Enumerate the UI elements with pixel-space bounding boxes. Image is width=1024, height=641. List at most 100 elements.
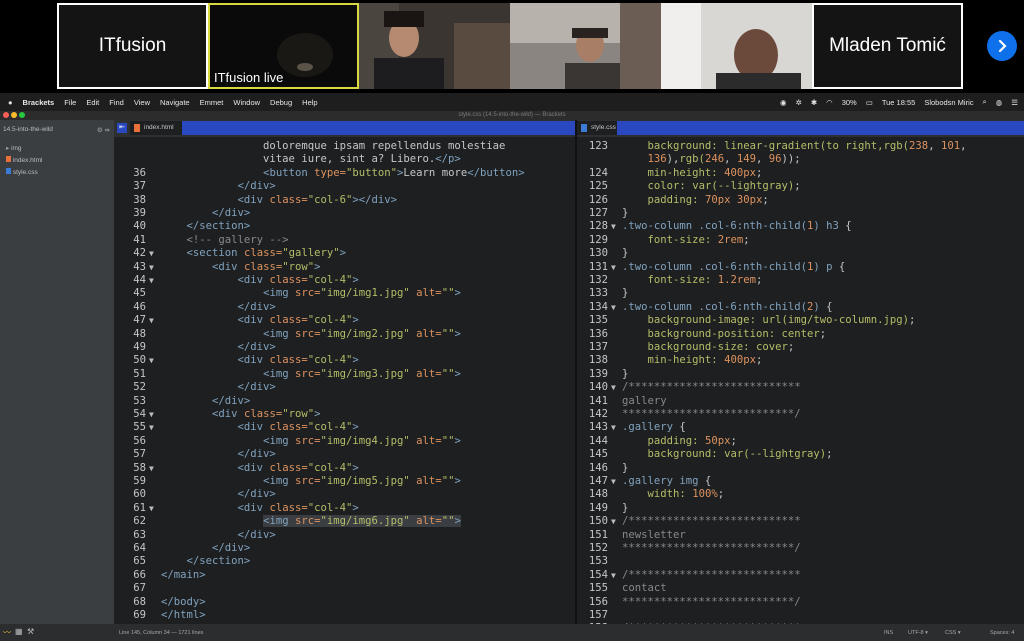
menu-view[interactable]: View: [134, 98, 150, 107]
code-line[interactable]: 69 </html>: [114, 609, 575, 622]
code-line[interactable]: 63 </div>: [114, 529, 575, 542]
code-line[interactable]: doloremque ipsam repellendus molestiae: [114, 140, 575, 153]
code-line[interactable]: 41 <!-- gallery -->: [114, 234, 575, 247]
fold-arrow-icon[interactable]: ▼: [149, 261, 154, 274]
code-line[interactable]: 68 </body>: [114, 596, 575, 609]
code-line[interactable]: 128 ▼ .two-column .col-6:nth-child(1) h3 {: [577, 220, 1024, 233]
menu-help[interactable]: Help: [302, 98, 317, 107]
code-line[interactable]: 123 background: linear-gradient(to right…: [577, 140, 1024, 153]
fold-arrow-icon[interactable]: ▼: [611, 261, 616, 274]
code-line[interactable]: 145 background: var(--lightgray);: [577, 448, 1024, 461]
fold-arrow-icon[interactable]: ▼: [149, 462, 154, 475]
fold-arrow-icon[interactable]: ▼: [149, 502, 154, 515]
sidebar-item-style-css[interactable]: style.css: [6, 168, 38, 176]
code-line[interactable]: 66 </main>: [114, 569, 575, 582]
fold-arrow-icon[interactable]: ▼: [149, 247, 154, 260]
code-line[interactable]: 135 background-image: url(img/two-column…: [577, 314, 1024, 327]
code-line[interactable]: 125 color: var(--lightgray);: [577, 180, 1024, 193]
insert-mode[interactable]: INS: [884, 630, 893, 636]
code-line[interactable]: 142 ***************************/: [577, 408, 1024, 421]
language-select[interactable]: CSS ▾: [945, 630, 961, 636]
code-line[interactable]: 51 <img src="img/img3.jpg" alt="">: [114, 368, 575, 381]
sidebar-item-img[interactable]: ▸ img: [6, 144, 22, 152]
code-line[interactable]: 52 </div>: [114, 381, 575, 394]
code-line[interactable]: 56 <img src="img/img4.jpg" alt="">: [114, 435, 575, 448]
code-line[interactable]: 48 <img src="img/img2.jpg" alt="">: [114, 328, 575, 341]
code-line[interactable]: 67: [114, 582, 575, 595]
code-line[interactable]: 134 ▼ .two-column .col-6:nth-child(2) {: [577, 301, 1024, 314]
code-line[interactable]: 57 </div>: [114, 448, 575, 461]
code-line[interactable]: 62 <img src="img/img6.jpg" alt="">: [114, 515, 575, 528]
fold-arrow-icon[interactable]: ▼: [149, 354, 154, 367]
menu-emmet[interactable]: Emmet: [200, 98, 224, 107]
code-line[interactable]: 126 padding: 70px 30px;: [577, 194, 1024, 207]
next-page-button[interactable]: [987, 31, 1017, 61]
fold-arrow-icon[interactable]: ▼: [149, 408, 154, 421]
menu-navigate[interactable]: Navigate: [160, 98, 190, 107]
bluetooth-icon[interactable]: ✱: [811, 98, 817, 107]
collapse-button[interactable]: ⇤: [117, 123, 127, 133]
battery-percent[interactable]: 30%: [842, 98, 857, 107]
project-name[interactable]: 14.5-into-the-wild: [3, 126, 53, 133]
code-line[interactable]: 141 gallery: [577, 395, 1024, 408]
app-menu[interactable]: Brackets: [23, 98, 55, 107]
clock[interactable]: Tue 18:55: [882, 98, 916, 107]
fold-arrow-icon[interactable]: ▼: [611, 475, 616, 488]
menu-icon[interactable]: ☰: [1011, 98, 1018, 107]
code-line[interactable]: 147 ▼ .gallery img {: [577, 475, 1024, 488]
minimize-window-button[interactable]: [11, 112, 17, 118]
code-line[interactable]: 138 min-height: 400px;: [577, 354, 1024, 367]
code-line[interactable]: 39 </div>: [114, 207, 575, 220]
code-line[interactable]: 59 <img src="img/img5.jpg" alt="">: [114, 475, 575, 488]
fold-arrow-icon[interactable]: ▼: [611, 381, 616, 394]
code-line[interactable]: 129 font-size: 2rem;: [577, 234, 1024, 247]
encoding-select[interactable]: UTF-8 ▾: [908, 630, 928, 636]
code-line[interactable]: 152 ***************************/: [577, 542, 1024, 555]
code-line[interactable]: 46 </div>: [114, 301, 575, 314]
menu-edit[interactable]: Edit: [86, 98, 99, 107]
fold-arrow-icon[interactable]: ▼: [149, 314, 154, 327]
code-line[interactable]: 132 font-size: 1.2rem;: [577, 274, 1024, 287]
user-name[interactable]: Slobodsn Miric: [924, 98, 973, 107]
code-line[interactable]: 153: [577, 555, 1024, 568]
code-line[interactable]: 45 <img src="img/img1.jpg" alt="">: [114, 287, 575, 300]
code-line[interactable]: 47 ▼ <div class="col-4">: [114, 314, 575, 327]
code-line[interactable]: 155 contact: [577, 582, 1024, 595]
fold-arrow-icon[interactable]: ▼: [611, 421, 616, 434]
fold-arrow-icon[interactable]: ▼: [611, 301, 616, 314]
menu-window[interactable]: Window: [233, 98, 260, 107]
code-line[interactable]: 124 min-height: 400px;: [577, 167, 1024, 180]
wifi-icon[interactable]: ◠: [826, 98, 833, 107]
code-line[interactable]: 65 </section>: [114, 555, 575, 568]
code-line[interactable]: 131 ▼ .two-column .col-6:nth-child(1) p {: [577, 261, 1024, 274]
code-line[interactable]: 150 ▼ /***************************: [577, 515, 1024, 528]
code-line[interactable]: 139}: [577, 368, 1024, 381]
siri-icon[interactable]: ◍: [996, 98, 1003, 107]
code-line[interactable]: 149}: [577, 502, 1024, 515]
code-line[interactable]: vitae iure, sint a? Libero.</p>: [114, 153, 575, 166]
battery-icon[interactable]: ▭: [866, 98, 873, 107]
code-line[interactable]: 136),rgb(246, 149, 96));: [577, 153, 1024, 166]
code-line[interactable]: 151 newsletter: [577, 529, 1024, 542]
participant-tile-video-2[interactable]: [510, 3, 661, 89]
search-icon[interactable]: ⌕: [983, 97, 987, 107]
indent-setting[interactable]: Spaces: 4: [990, 630, 1014, 636]
code-line[interactable]: 156 ***************************/: [577, 596, 1024, 609]
fold-arrow-icon[interactable]: ▼: [611, 569, 616, 582]
code-line[interactable]: 133}: [577, 287, 1024, 300]
live-preview-icon[interactable]: 〰: [3, 627, 11, 637]
code-line[interactable]: 137 background-size: cover;: [577, 341, 1024, 354]
tab-index-html[interactable]: index.html: [130, 121, 182, 135]
code-line[interactable]: 44 ▼ <div class="col-4">: [114, 274, 575, 287]
code-line[interactable]: 42 ▼ <section class="gallery">: [114, 247, 575, 260]
settings-icon[interactable]: ✲: [796, 98, 802, 107]
code-line[interactable]: 36 <button type="button">Learn more</but…: [114, 167, 575, 180]
code-line[interactable]: 61 ▼ <div class="col-4">: [114, 502, 575, 515]
menu-find[interactable]: Find: [109, 98, 124, 107]
fold-arrow-icon[interactable]: ▼: [149, 421, 154, 434]
code-line[interactable]: 55 ▼ <div class="col-4">: [114, 421, 575, 434]
extensions-icon[interactable]: ▦: [15, 627, 23, 636]
sidebar-tools[interactable]: ⚙ ⇹: [97, 126, 110, 134]
close-window-button[interactable]: [3, 112, 9, 118]
code-line[interactable]: 157: [577, 609, 1024, 622]
